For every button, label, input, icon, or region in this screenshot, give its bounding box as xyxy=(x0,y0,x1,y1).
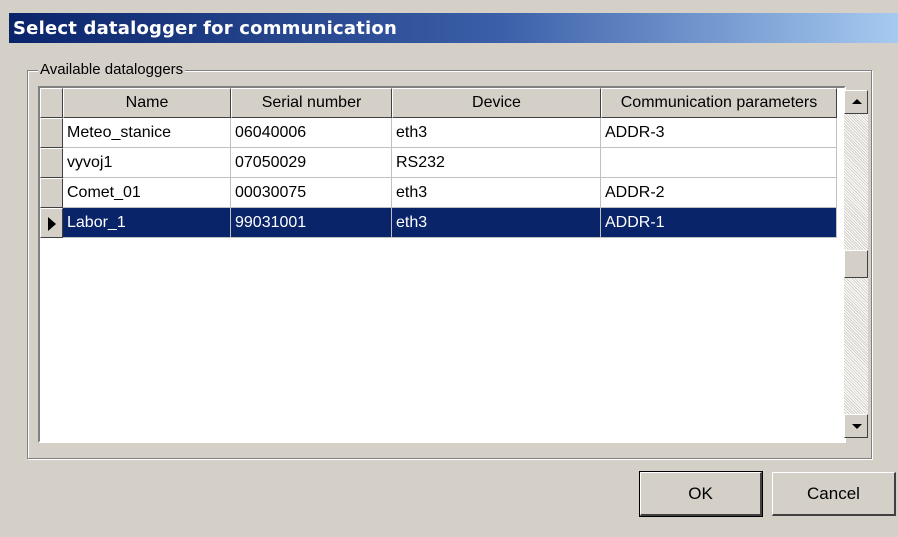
grid-corner-header xyxy=(40,88,63,118)
scroll-thumb[interactable] xyxy=(844,250,868,278)
title-bar[interactable]: Select datalogger for communication xyxy=(9,13,898,43)
row-indicator[interactable] xyxy=(40,178,63,208)
table-cell-device[interactable]: eth3 xyxy=(392,178,601,208)
current-row-arrow-icon xyxy=(48,217,56,231)
scroll-up-arrow-icon xyxy=(852,99,862,104)
table-cell-serial[interactable]: 99031001 xyxy=(231,208,392,238)
scroll-down-button[interactable] xyxy=(844,414,868,438)
table-cell-device[interactable]: RS232 xyxy=(392,148,601,178)
dataloggers-grid[interactable]: Name Serial number Device Communication … xyxy=(38,86,846,443)
scroll-up-button[interactable] xyxy=(844,90,868,114)
table-cell-params[interactable] xyxy=(601,148,837,178)
column-header-device[interactable]: Device xyxy=(392,88,601,118)
cancel-button[interactable]: Cancel xyxy=(772,472,896,516)
table-cell-serial[interactable]: 00030075 xyxy=(231,178,392,208)
ok-button[interactable]: OK xyxy=(639,471,763,517)
column-header-communication-parameters[interactable]: Communication parameters xyxy=(601,88,837,118)
window-title: Select datalogger for communication xyxy=(13,18,397,39)
dialog-window: Select datalogger for communication Avai… xyxy=(0,0,898,537)
groupbox-label: Available dataloggers xyxy=(38,61,186,78)
vertical-scrollbar[interactable] xyxy=(844,90,868,438)
column-header-serial-number[interactable]: Serial number xyxy=(231,88,392,118)
row-indicator[interactable] xyxy=(40,118,63,148)
table-cell-params[interactable]: ADDR-2 xyxy=(601,178,837,208)
column-header-name[interactable]: Name xyxy=(63,88,231,118)
table-cell-device[interactable]: eth3 xyxy=(392,208,601,238)
table-cell-name[interactable]: vyvoj1 xyxy=(63,148,231,178)
table-cell-serial[interactable]: 06040006 xyxy=(231,118,392,148)
table-cell-params[interactable]: ADDR-3 xyxy=(601,118,837,148)
table-cell-device[interactable]: eth3 xyxy=(392,118,601,148)
table-cell-name[interactable]: Labor_1 xyxy=(63,208,231,238)
table-cell-serial[interactable]: 07050029 xyxy=(231,148,392,178)
table-cell-params[interactable]: ADDR-1 xyxy=(601,208,837,238)
row-indicator-current[interactable] xyxy=(40,208,63,238)
row-indicator[interactable] xyxy=(40,148,63,178)
scroll-down-arrow-icon xyxy=(852,424,862,429)
table-cell-name[interactable]: Comet_01 xyxy=(63,178,231,208)
table-cell-name[interactable]: Meteo_stanice xyxy=(63,118,231,148)
